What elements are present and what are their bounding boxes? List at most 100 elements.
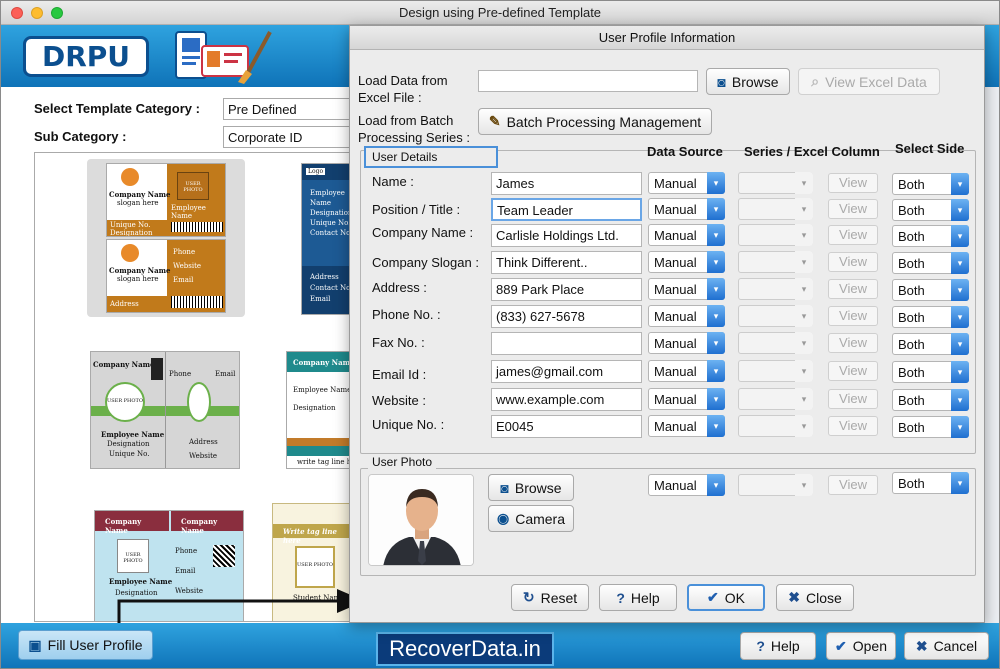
series-column-select[interactable]: ▾	[738, 251, 813, 273]
photo-data-source-select[interactable]: Manual ▾	[648, 474, 725, 496]
data-source-select[interactable]: Manual ▾	[648, 198, 725, 220]
help-icon: ?	[616, 589, 625, 606]
view-button[interactable]: View	[828, 225, 878, 245]
field-value-input[interactable]: Team Leader	[491, 198, 642, 221]
help-button[interactable]: ? Help	[740, 632, 816, 660]
select-side-select[interactable]: Both ▾	[892, 306, 969, 328]
template-category-select[interactable]: Pre Defined	[223, 98, 351, 120]
user-photo-image	[369, 475, 473, 565]
field-label: Email Id :	[372, 367, 427, 382]
select-side-header: Select Side	[895, 141, 965, 156]
view-excel-data-button[interactable]: ⌕ View Excel Data	[798, 68, 940, 95]
series-column-select[interactable]: ▾	[738, 305, 813, 327]
photo-browse-button[interactable]: ◙ Browse	[488, 474, 574, 501]
view-button[interactable]: View	[828, 361, 878, 381]
dialog-close-button[interactable]: ✖ Close	[776, 584, 854, 611]
select-side-select[interactable]: Both ▾	[892, 173, 969, 195]
select-side-select[interactable]: Both ▾	[892, 333, 969, 355]
field-value-input[interactable]: Carlisle Holdings Ltd.	[491, 224, 642, 247]
data-source-select[interactable]: Manual ▾	[648, 224, 725, 246]
chevron-down-icon: ▾	[951, 279, 969, 301]
cancel-button[interactable]: ✖ Cancel	[904, 632, 989, 660]
chevron-down-icon: ▾	[795, 360, 813, 382]
photo-view-button[interactable]: View	[828, 475, 878, 495]
data-source-select[interactable]: Manual ▾	[648, 305, 725, 327]
data-source-select[interactable]: Manual ▾	[648, 278, 725, 300]
chevron-down-icon: ▾	[795, 278, 813, 300]
field-label: Name :	[372, 174, 414, 189]
field-value-input[interactable]: Think Different..	[491, 251, 642, 274]
series-column-select[interactable]: ▾	[738, 360, 813, 382]
field-value-input[interactable]: James	[491, 172, 642, 195]
series-column-select[interactable]: ▾	[738, 415, 813, 437]
chevron-down-icon: ▾	[951, 252, 969, 274]
series-column-select[interactable]: ▾	[738, 278, 813, 300]
batch-processing-button[interactable]: ✎ Batch Processing Management	[478, 108, 712, 135]
series-column-select[interactable]: ▾	[738, 172, 813, 194]
data-source-select[interactable]: Manual ▾	[648, 415, 725, 437]
chevron-down-icon: ▾	[795, 224, 813, 246]
sub-category-select[interactable]: Corporate ID	[223, 126, 351, 148]
field-value-input[interactable]: 889 Park Place	[491, 278, 642, 301]
select-side-select[interactable]: Both ▾	[892, 199, 969, 221]
series-column-select[interactable]: ▾	[738, 224, 813, 246]
photo-series-select[interactable]: ▾	[738, 474, 813, 496]
select-side-select[interactable]: Both ▾	[892, 361, 969, 383]
field-value-input[interactable]	[491, 332, 642, 355]
field-value-input[interactable]: E0045	[491, 415, 642, 438]
field-label: Website :	[372, 393, 426, 408]
reset-button[interactable]: ↻ Reset	[511, 584, 589, 611]
series-column-select[interactable]: ▾	[738, 198, 813, 220]
fill-user-profile-button[interactable]: ▣ Fill User Profile	[18, 630, 153, 660]
dialog-title: User Profile Information	[350, 26, 984, 50]
app-window: Design using Pre-defined Template DRPU S…	[0, 0, 1000, 669]
recoverdata-watermark: RecoverData.in	[376, 632, 554, 666]
close-icon: ✖	[788, 589, 800, 605]
chevron-down-icon: ▾	[795, 172, 813, 194]
field-value-input[interactable]: www.example.com	[491, 388, 642, 411]
chevron-down-icon: ▾	[795, 388, 813, 410]
template-category-label: Select Template Category :	[34, 101, 200, 116]
template-1-back[interactable]: Company Name slogan here Phone Website E…	[106, 239, 226, 313]
view-button[interactable]: View	[828, 416, 878, 436]
camera-button[interactable]: ◉ Camera	[488, 505, 574, 532]
view-button[interactable]: View	[828, 306, 878, 326]
select-side-select[interactable]: Both ▾	[892, 389, 969, 411]
data-source-select[interactable]: Manual ▾	[648, 332, 725, 354]
data-source-select[interactable]: Manual ▾	[648, 388, 725, 410]
view-button[interactable]: View	[828, 173, 878, 193]
select-side-select[interactable]: Both ▾	[892, 225, 969, 247]
view-button[interactable]: View	[828, 389, 878, 409]
field-value-input[interactable]: (833) 627-5678	[491, 305, 642, 328]
check-icon: ✔	[835, 637, 847, 654]
select-side-select[interactable]: Both ▾	[892, 416, 969, 438]
template-3[interactable]: Company Name USER PHOTO Employee Name De…	[90, 351, 240, 469]
view-button[interactable]: View	[828, 279, 878, 299]
view-button[interactable]: View	[828, 199, 878, 219]
view-button[interactable]: View	[828, 252, 878, 272]
series-column-select[interactable]: ▾	[738, 332, 813, 354]
excel-file-input[interactable]	[478, 70, 698, 92]
select-side-select[interactable]: Both ▾	[892, 279, 969, 301]
open-button[interactable]: ✔ Open	[826, 632, 896, 660]
view-button[interactable]: View	[828, 333, 878, 353]
data-source-select[interactable]: Manual ▾	[648, 360, 725, 382]
series-column-select[interactable]: ▾	[738, 388, 813, 410]
dialog-help-button[interactable]: ? Help	[599, 584, 677, 611]
browse-camera-icon: ◙	[717, 73, 726, 90]
excel-browse-button[interactable]: ◙ Browse	[706, 68, 790, 95]
data-source-select[interactable]: Manual ▾	[648, 251, 725, 273]
chevron-down-icon: ▾	[707, 332, 725, 354]
template-1-front[interactable]: Company Name slogan here USER PHOTO Empl…	[106, 163, 226, 237]
chevron-down-icon: ▾	[707, 172, 725, 194]
drpu-logo: DRPU	[23, 36, 149, 77]
field-label: Company Slogan :	[372, 255, 479, 270]
user-details-legend: User Details	[364, 146, 498, 168]
help-icon: ?	[756, 638, 765, 654]
data-source-select[interactable]: Manual ▾	[648, 172, 725, 194]
field-value-input[interactable]: james@gmail.com	[491, 360, 642, 383]
ok-button[interactable]: ✔ OK	[687, 584, 765, 611]
photo-side-select[interactable]: Both ▾	[892, 472, 969, 494]
select-side-select[interactable]: Both ▾	[892, 252, 969, 274]
chevron-down-icon: ▾	[707, 251, 725, 273]
